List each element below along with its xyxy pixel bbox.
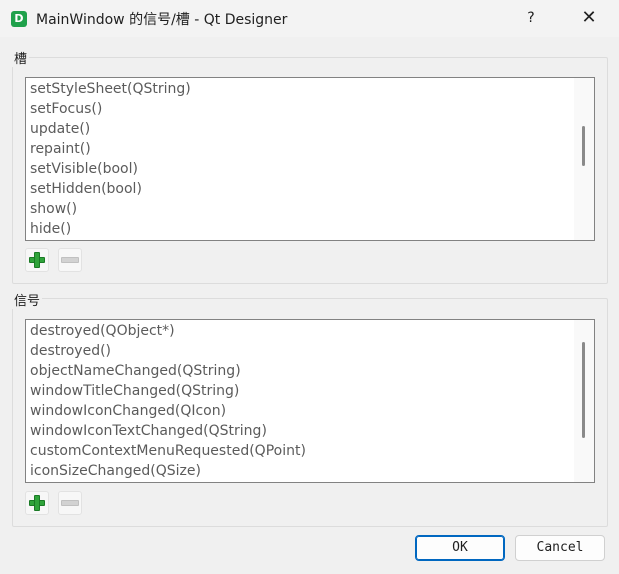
slot-item[interactable]: show() <box>26 199 594 219</box>
minus-icon <box>61 500 79 506</box>
slot-item[interactable]: setVisible(bool) <box>26 159 594 179</box>
signal-item[interactable]: customContextMenuRequested(QPoint) <box>26 441 594 461</box>
signals-scrollbar-thumb[interactable] <box>582 342 585 438</box>
title-bar: D MainWindow 的信号/槽 - Qt Designer ? ✕ <box>0 0 619 37</box>
slots-list[interactable]: setStyleSheet(QString) setFocus() update… <box>25 77 595 241</box>
plus-icon <box>28 494 46 512</box>
signals-list[interactable]: destroyed(QObject*) destroyed() objectNa… <box>25 319 595 483</box>
signal-item[interactable]: windowIconChanged(QIcon) <box>26 401 594 421</box>
slots-scrollbar-thumb[interactable] <box>582 126 585 166</box>
signals-group-title: 信号 <box>12 290 43 309</box>
slot-item[interactable]: hide() <box>26 219 594 239</box>
signal-item[interactable]: objectNameChanged(QString) <box>26 361 594 381</box>
slot-item[interactable]: update() <box>26 119 594 139</box>
cancel-button[interactable]: Cancel <box>515 535 605 561</box>
signal-item[interactable]: destroyed(QObject*) <box>26 321 594 341</box>
ok-button[interactable]: OK <box>415 535 505 561</box>
signal-item[interactable]: windowIconTextChanged(QString) <box>26 421 594 441</box>
plus-icon <box>28 251 46 269</box>
slots-group-title: 槽 <box>12 48 30 67</box>
designer-app-icon: D <box>11 11 27 27</box>
slot-item[interactable]: setHidden(bool) <box>26 179 594 199</box>
window-title: MainWindow 的信号/槽 - Qt Designer <box>36 12 288 28</box>
signal-item[interactable]: destroyed() <box>26 341 594 361</box>
add-signal-button[interactable] <box>25 491 49 515</box>
slot-item[interactable]: setStyleSheet(QString) <box>26 79 594 99</box>
slot-item[interactable]: setFocus() <box>26 99 594 119</box>
signals-scrollbar[interactable] <box>574 320 594 482</box>
remove-signal-button[interactable] <box>58 491 82 515</box>
signal-item[interactable]: windowTitleChanged(QString) <box>26 381 594 401</box>
help-button[interactable]: ? <box>519 6 543 30</box>
slot-item[interactable]: repaint() <box>26 139 594 159</box>
close-button[interactable]: ✕ <box>577 6 601 30</box>
minus-icon <box>61 257 79 263</box>
signal-item[interactable]: iconSizeChanged(QSize) <box>26 461 594 481</box>
add-slot-button[interactable] <box>25 248 49 272</box>
slots-scrollbar[interactable] <box>574 78 594 240</box>
remove-slot-button[interactable] <box>58 248 82 272</box>
